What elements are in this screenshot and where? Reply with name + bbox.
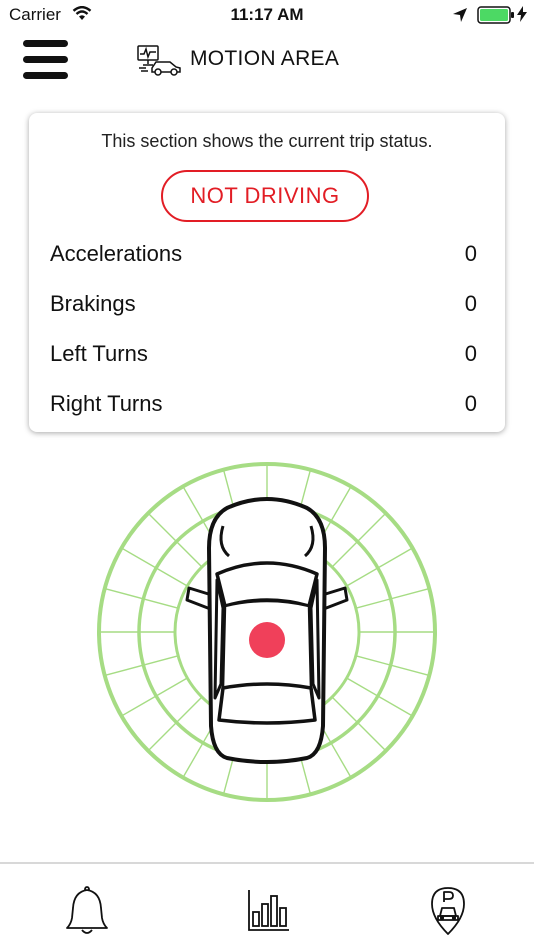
- radar-spoke: [346, 677, 413, 717]
- stat-row-brakings: Brakings 0: [50, 291, 477, 321]
- stat-row-right-turns: Right Turns 0: [50, 391, 477, 421]
- motion-radar: [95, 460, 439, 809]
- charging-bolt-icon: [517, 6, 527, 27]
- stat-label: Left Turns: [50, 341, 148, 366]
- hamburger-menu-icon[interactable]: [23, 40, 69, 80]
- page-title: MOTION AREA: [190, 47, 340, 70]
- stat-row-accelerations: Accelerations 0: [50, 241, 477, 271]
- tab-statistics[interactable]: [237, 882, 297, 938]
- card-description: This section shows the current trip stat…: [101, 131, 433, 151]
- stat-row-left-turns: Left Turns 0: [50, 341, 477, 371]
- battery-icon: [477, 6, 515, 29]
- bell-icon: [57, 886, 117, 942]
- tab-notifications[interactable]: [57, 882, 117, 938]
- location-arrow-icon: [452, 7, 468, 28]
- radar-spoke: [121, 547, 188, 587]
- bar-chart-icon: [237, 890, 297, 942]
- parking-location-icon: [418, 887, 478, 942]
- stat-value: 0: [464, 341, 477, 366]
- driving-status-badge: NOT DRIVING: [161, 170, 369, 222]
- stat-label: Brakings: [50, 291, 136, 316]
- radar-spoke: [121, 677, 188, 717]
- radar-spoke: [331, 512, 387, 568]
- stat-value: 0: [464, 241, 477, 266]
- stat-value: 0: [464, 291, 477, 316]
- radar-spoke: [346, 547, 413, 587]
- radar-spoke: [147, 512, 203, 568]
- tab-bar: [0, 862, 534, 952]
- stat-label: Right Turns: [50, 391, 163, 416]
- radar-spoke: [331, 696, 387, 752]
- car-monitor-icon: [136, 44, 184, 81]
- stat-value: 0: [464, 391, 477, 416]
- radar-spoke: [147, 696, 203, 752]
- trip-status-card: This section shows the current trip stat…: [29, 113, 505, 432]
- motion-indicator: [249, 622, 285, 658]
- status-bar: Carrier 11:17 AM: [0, 0, 534, 30]
- stat-label: Accelerations: [50, 241, 183, 266]
- tab-parking[interactable]: [418, 882, 478, 938]
